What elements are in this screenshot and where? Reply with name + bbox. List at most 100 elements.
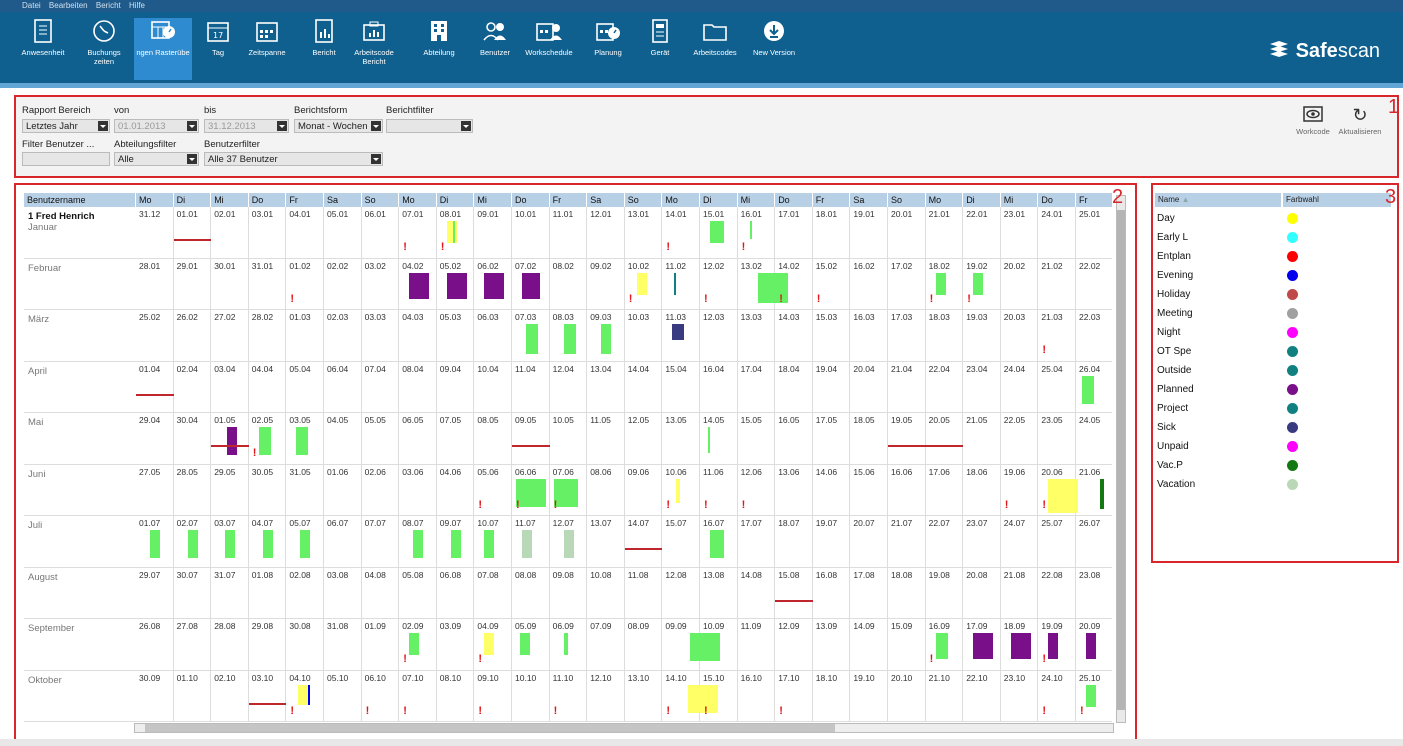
column-header-day[interactable]: Sa <box>324 193 362 207</box>
legend-item[interactable]: Night <box>1155 323 1393 342</box>
day-cell[interactable]: 12.05 <box>624 413 663 465</box>
day-cell[interactable]: 10.03 <box>624 310 663 362</box>
day-cell[interactable]: 26.08 <box>136 619 174 671</box>
day-cell[interactable]: 04.06 <box>436 464 475 516</box>
day-cell[interactable]: 08.02 <box>549 258 588 310</box>
day-cell[interactable]: 20.03 <box>1000 310 1039 362</box>
day-cell[interactable]: 11.09 <box>737 619 776 671</box>
day-cell[interactable]: 10.05 <box>549 413 588 465</box>
color-swatch[interactable] <box>1287 251 1298 262</box>
legend-item[interactable]: Unpaid <box>1155 437 1393 456</box>
legend-item[interactable]: Vac.P <box>1155 456 1393 475</box>
color-swatch[interactable] <box>1287 270 1298 281</box>
day-cell[interactable]: 10.10 <box>512 670 550 722</box>
toolbar-button-bericht[interactable]: Bericht <box>307 18 341 80</box>
day-cell[interactable]: 30.08 <box>286 619 324 671</box>
day-cell[interactable]: 21.06 <box>1076 465 1112 516</box>
day-cell[interactable]: 06.04 <box>324 361 362 413</box>
toolbar-button-zeitspanne[interactable]: Zeitspanne <box>247 18 287 80</box>
day-cell[interactable]: 16.05 <box>775 413 813 465</box>
day-cell[interactable]: 24.07 <box>1000 516 1039 568</box>
day-cell[interactable]: 11.05 <box>587 413 625 465</box>
day-cell[interactable]: 21.05 <box>963 413 1001 465</box>
day-cell[interactable]: 09.04 <box>436 361 475 413</box>
day-cell[interactable]: 17.07 <box>737 516 776 568</box>
day-cell[interactable]: 07.05 <box>436 413 475 465</box>
horizontal-scrollbar[interactable] <box>134 723 1114 733</box>
column-header-day[interactable]: Do <box>1038 193 1076 207</box>
color-swatch[interactable] <box>1287 403 1298 414</box>
toolbar-button-benutzer[interactable]: Benutzer <box>475 18 515 80</box>
day-cell[interactable]: 29.05 <box>211 464 249 516</box>
column-header-day[interactable]: Mo <box>136 193 174 207</box>
day-cell[interactable]: 05.08 <box>399 567 437 619</box>
day-cell[interactable]: 01.08 <box>248 567 287 619</box>
column-header-day[interactable]: Mi <box>1000 193 1039 207</box>
legend-item[interactable]: Project <box>1155 399 1393 418</box>
day-cell[interactable]: 04.05 <box>324 413 362 465</box>
day-cell[interactable]: 18.08 <box>888 567 926 619</box>
menu-item-hilfe[interactable]: Hilfe <box>129 1 145 10</box>
toolbar-button-planung[interactable]: Planung <box>588 18 628 80</box>
day-cell[interactable]: 02.02 <box>324 258 362 310</box>
day-cell[interactable]: 17.04 <box>737 361 776 413</box>
day-cell[interactable]: 28.02 <box>248 310 287 362</box>
color-swatch[interactable] <box>1287 327 1298 338</box>
toolbar-button-raster[interactable]: ngen Rasterübe <box>134 18 192 80</box>
abteilungsfilter-select[interactable]: Alle <box>114 152 199 166</box>
day-cell[interactable]: 06.01 <box>361 207 400 259</box>
day-cell[interactable]: 14.04 <box>624 361 663 413</box>
toolbar-button-geraet[interactable]: Gerät <box>643 18 677 80</box>
day-cell[interactable]: 17.02 <box>888 258 926 310</box>
column-header-day[interactable]: Mi <box>737 193 776 207</box>
day-cell[interactable]: 05.09 <box>512 619 550 671</box>
day-cell[interactable]: 15.05 <box>737 413 776 465</box>
day-cell[interactable]: 04.03 <box>399 310 437 362</box>
day-cell[interactable]: 09.06 <box>624 464 663 516</box>
day-cell[interactable]: 16.04 <box>700 361 738 413</box>
day-cell[interactable]: 14.07 <box>624 516 663 568</box>
day-cell[interactable]: 24.04 <box>1000 361 1039 413</box>
day-cell[interactable]: 09.08 <box>549 567 588 619</box>
day-cell[interactable]: 12.03 <box>700 310 738 362</box>
day-cell[interactable]: 10.01 <box>512 207 550 259</box>
day-cell[interactable]: 17.01 <box>775 207 813 259</box>
legend-item[interactable]: Outside <box>1155 361 1393 380</box>
day-cell[interactable]: 13.07 <box>587 516 625 568</box>
day-cell[interactable]: 05.10 <box>324 670 362 722</box>
color-swatch[interactable] <box>1287 213 1298 224</box>
day-cell[interactable]: 22.08 <box>1038 567 1076 619</box>
toolbar-button-abteilung[interactable]: Abteilung <box>420 18 458 80</box>
column-header-day[interactable]: Sa <box>850 193 888 207</box>
legend-item[interactable]: Entplan <box>1155 247 1393 266</box>
day-cell[interactable]: 20.10 <box>888 670 926 722</box>
day-cell[interactable]: 20.02 <box>1000 258 1039 310</box>
day-cell[interactable]: 03.04 <box>211 361 249 413</box>
legend-item[interactable]: Day <box>1155 209 1393 228</box>
menu-item-bearbeiten[interactable]: Bearbeiten <box>49 1 88 10</box>
toolbar-button-new-version[interactable]: New Version <box>747 18 801 80</box>
day-cell[interactable]: 01.09 <box>361 619 400 671</box>
toolbar-button-workschedule[interactable]: Workschedule <box>520 18 578 80</box>
day-cell[interactable]: 07.04 <box>361 361 400 413</box>
day-cell[interactable]: 18.05 <box>850 413 888 465</box>
legend-color-header[interactable]: Farbwahl <box>1283 193 1391 207</box>
day-cell[interactable]: 05.05 <box>361 413 400 465</box>
color-swatch[interactable] <box>1287 479 1298 490</box>
day-cell[interactable]: 08.04 <box>399 361 437 413</box>
column-header-day[interactable]: Mi <box>211 193 249 207</box>
day-cell[interactable]: 20.04 <box>850 361 888 413</box>
day-cell[interactable]: 11.01 <box>549 207 588 259</box>
bis-date-field[interactable]: 31.12.2013 <box>204 119 289 133</box>
menu-item-datei[interactable]: Datei <box>22 1 41 10</box>
column-header-day[interactable]: Mo <box>399 193 437 207</box>
day-cell[interactable]: 13.04 <box>587 361 625 413</box>
day-cell[interactable]: 15.07 <box>662 516 700 568</box>
day-cell[interactable]: 16.08 <box>812 567 851 619</box>
day-cell[interactable]: 05.03 <box>436 310 475 362</box>
day-cell[interactable]: 15.03 <box>812 310 851 362</box>
day-cell[interactable]: 02.04 <box>173 361 212 413</box>
horizontal-scroll-thumb[interactable] <box>145 724 835 732</box>
day-cell[interactable]: 14.03 <box>775 310 813 362</box>
day-cell[interactable]: 22.04 <box>925 361 964 413</box>
